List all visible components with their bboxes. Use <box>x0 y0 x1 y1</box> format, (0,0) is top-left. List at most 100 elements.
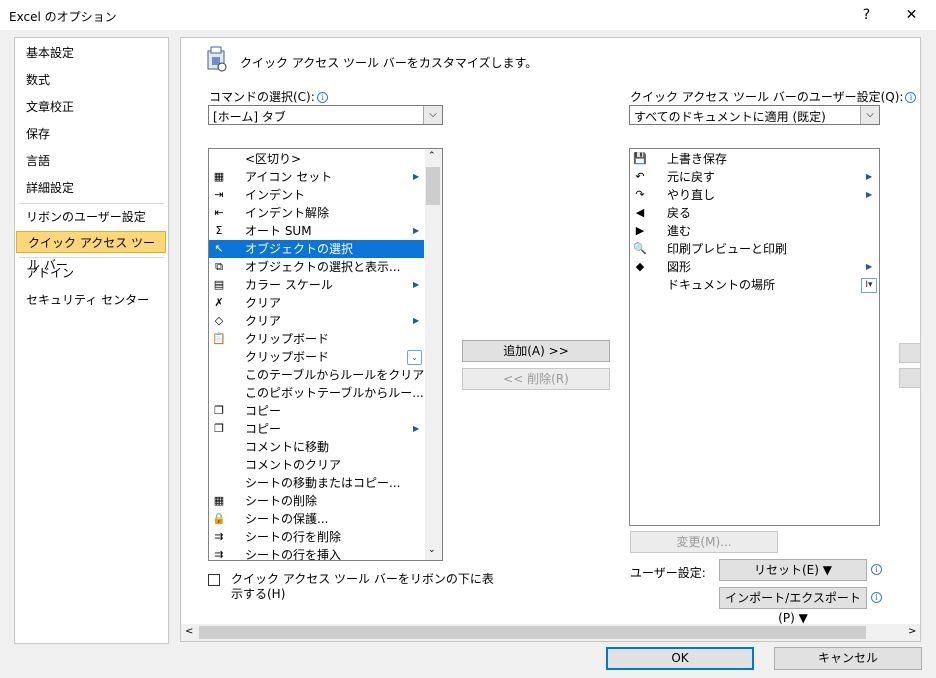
list-item[interactable]: ⇥ インデント <box>209 186 424 204</box>
list-item[interactable]: クリップボード ⌄ <box>209 348 424 366</box>
help-button[interactable]: ? <box>844 0 889 30</box>
nav-item-save[interactable]: 保存 <box>15 123 168 145</box>
scroll-down-icon[interactable]: ⌄ <box>428 545 436 555</box>
list-item-label: <区切り> <box>245 152 302 166</box>
hscroll-thumb[interactable] <box>199 626 866 639</box>
list-item[interactable]: <区切り> <box>209 150 424 168</box>
command-select-dropdown[interactable]: [ホーム] タブ ⌵ <box>208 105 443 125</box>
list-item-label: カラー スケール <box>245 278 333 292</box>
list-item-label: コピー <box>245 404 282 418</box>
list-item[interactable]: このピボットテーブルからルー... <box>209 384 424 402</box>
list-item[interactable]: ▤ カラー スケール ▶ <box>209 276 424 294</box>
command-icon: ▶ <box>635 224 645 237</box>
list-item[interactable]: ▦ アイコン セット ▶ <box>209 168 424 186</box>
list-item-label: シートの保護... <box>245 512 329 526</box>
nav-item-language[interactable]: 言語 <box>15 150 168 172</box>
list-item-label: このテーブルからルールをクリア <box>245 368 425 382</box>
modify-button[interactable]: 変更(M)... <box>630 531 778 553</box>
list-item[interactable]: ⇉ シートの行を削除 <box>209 528 424 546</box>
submenu-arrow-icon: ▶ <box>866 172 873 181</box>
list-item[interactable]: ◀ 戻る <box>630 204 879 222</box>
list-item[interactable]: ⇉ シートの行を挿入 <box>209 546 424 560</box>
nav-item-general[interactable]: 基本設定 <box>15 42 168 64</box>
command-icon: 📋 <box>212 332 226 345</box>
nav-item-customize-ribbon[interactable]: リボンのユーザー設定 <box>15 206 168 228</box>
list-item[interactable]: ❐ コピー ▶ <box>209 420 424 438</box>
submenu-arrow-icon: ▶ <box>413 226 420 235</box>
title-bar: Excel のオプション ? ✕ <box>0 0 936 30</box>
command-icon: Σ <box>215 224 223 237</box>
list-item[interactable]: ⧉ オブジェクトの選択と表示... <box>209 258 424 276</box>
main-hscrollbar[interactable]: < > <box>181 624 920 641</box>
nav-item-formulas[interactable]: 数式 <box>15 69 168 91</box>
list-item[interactable]: 💾 上書き保存 <box>630 150 879 168</box>
list-item[interactable]: ❐ コピー <box>209 402 424 420</box>
info-icon[interactable]: i <box>871 592 882 603</box>
scroll-right-icon[interactable]: > <box>908 626 916 637</box>
list-item-label: インデント <box>245 188 306 202</box>
nav-item-quick-access-toolbar[interactable]: クイック アクセス ツール バー <box>16 231 166 272</box>
command-icon: 🔍 <box>633 242 647 255</box>
chevron-down-icon[interactable]: ⌵ <box>860 106 879 124</box>
ok-button[interactable]: OK <box>606 647 754 670</box>
submenu-arrow-icon: ▶ <box>413 316 420 325</box>
scroll-up-icon[interactable]: ⌃ <box>428 151 436 161</box>
nav-item-proofing[interactable]: 文章校正 <box>15 96 168 118</box>
list-item[interactable]: コメントのクリア <box>209 456 424 474</box>
show-below-ribbon-label[interactable]: クイック アクセス ツール バーをリボンの下に表 示する(H) <box>231 572 494 602</box>
qat-list[interactable]: 💾 上書き保存 ↶ 元に戻す ▶ ↷ やり直し ▶ ◀ 戻る ▶ 進む 🔍 印刷プレビューと印刷 ◆ 図形 ▶ ド… <box>629 148 880 526</box>
list-item[interactable]: このテーブルからルールをクリア <box>209 366 424 384</box>
command-list[interactable]: <区切り> ▦ アイコン セット ▶ ⇥ インデント ⇤ インデント解除 Σ オート SUM ▶ ↖ オ… <box>208 148 443 561</box>
list-item-label: オブジェクトの選択と表示... <box>245 260 401 274</box>
window-title: Excel のオプション <box>9 10 117 24</box>
chevron-down-icon[interactable]: ⌵ <box>423 106 442 124</box>
show-below-ribbon-label-line2: 示する(H) <box>231 587 286 601</box>
command-list-scrollbar[interactable]: ⌃ ⌄ <box>425 149 442 560</box>
cancel-button[interactable]: キャンセル <box>774 647 922 670</box>
submenu-arrow-icon: ▶ <box>866 190 873 199</box>
qat-scope-dropdown[interactable]: すべてのドキュメントに適用 (既定) ⌵ <box>629 105 880 125</box>
list-item[interactable]: Σ オート SUM ▶ <box>209 222 424 240</box>
info-icon[interactable]: i <box>905 92 917 103</box>
scroll-left-icon[interactable]: < <box>185 626 193 637</box>
list-item[interactable]: ✗ クリア <box>209 294 424 312</box>
user-settings-label: ユーザー設定: <box>630 566 706 580</box>
qat-customize-icon <box>205 45 229 73</box>
list-item[interactable]: 🔍 印刷プレビューと印刷 <box>630 240 879 258</box>
info-icon[interactable]: i <box>871 564 882 575</box>
list-item[interactable]: 📋 クリップボード <box>209 330 424 348</box>
list-item[interactable]: ↶ 元に戻す ▶ <box>630 168 879 186</box>
list-item-label: 進む <box>667 224 692 238</box>
list-item-label: コメントに移動 <box>245 440 330 454</box>
nav-item-addins[interactable]: アドイン <box>15 262 168 284</box>
command-select-value: [ホーム] タブ <box>213 110 286 124</box>
command-icon: ◆ <box>635 260 645 273</box>
list-item[interactable]: ◆ 図形 ▶ <box>630 258 879 276</box>
list-item[interactable]: ↷ やり直し ▶ <box>630 186 879 204</box>
add-button[interactable]: 追加(A) >> <box>462 340 610 362</box>
list-item[interactable]: ドキュメントの場所 I▾ <box>630 276 879 294</box>
list-item[interactable]: ◇ クリア ▶ <box>209 312 424 330</box>
qat-select-label: クイック アクセス ツール バーのユーザー設定(Q): i <box>630 88 917 105</box>
list-item[interactable]: ▶ 進む <box>630 222 879 240</box>
command-icon: ⧉ <box>215 260 223 273</box>
list-item[interactable]: 🔒 シートの保護... <box>209 510 424 528</box>
nav-item-advanced[interactable]: 詳細設定 <box>15 177 168 199</box>
scroll-thumb[interactable] <box>426 167 440 205</box>
info-icon[interactable]: i <box>316 92 328 103</box>
reset-button[interactable]: リセット(E) ▼ <box>719 559 867 581</box>
show-below-ribbon-checkbox[interactable] <box>208 574 220 586</box>
import-export-button[interactable]: インポート/エクスポート(P) ▼ <box>719 587 867 625</box>
list-item-label: クリップボード <box>245 332 330 346</box>
nav-item-trust-center[interactable]: セキュリティ センター <box>15 289 168 311</box>
move-up-button[interactable] <box>899 343 921 363</box>
list-item[interactable]: ↖ オブジェクトの選択 <box>209 240 424 258</box>
move-down-button[interactable] <box>899 368 921 388</box>
remove-button[interactable]: << 削除(R) <box>462 368 610 390</box>
close-button[interactable]: ✕ <box>889 0 934 30</box>
list-item[interactable]: ▦ シートの削除 <box>209 492 424 510</box>
list-item[interactable]: コメントに移動 <box>209 438 424 456</box>
list-item-label: 元に戻す <box>667 170 716 184</box>
list-item[interactable]: ⇤ インデント解除 <box>209 204 424 222</box>
list-item[interactable]: シートの移動またはコピー... <box>209 474 424 492</box>
